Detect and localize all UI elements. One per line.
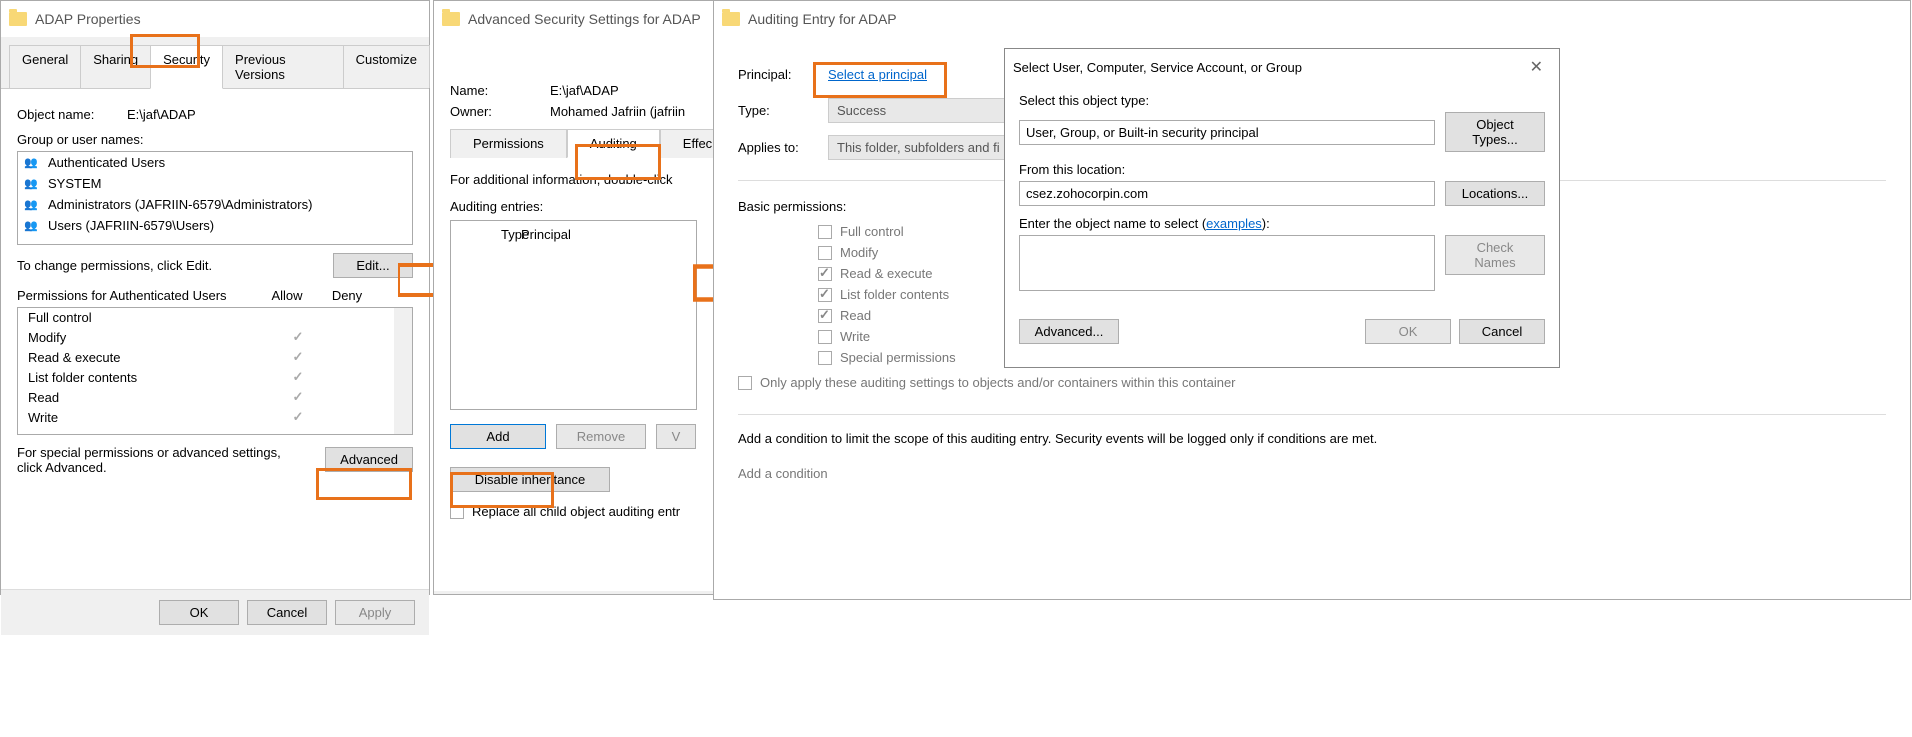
window-title: Advanced Security Settings for ADAP <box>468 11 701 27</box>
list-item[interactable]: Authenticated Users <box>18 152 412 173</box>
tab-previous[interactable]: Previous Versions <box>222 45 344 88</box>
type-label: Type: <box>738 103 828 118</box>
type-dropdown[interactable]: Success <box>828 98 1018 123</box>
list-item[interactable]: SYSTEM <box>18 173 412 194</box>
object-types-button[interactable]: Object Types... <box>1445 112 1545 152</box>
view-button[interactable]: V <box>656 424 696 449</box>
entries-label: Auditing entries: <box>450 199 697 214</box>
adv-tabs: Permissions Auditing Effec <box>450 129 697 158</box>
tabs-row: General Sharing Security Previous Versio… <box>1 45 429 89</box>
object-name-input[interactable] <box>1019 235 1435 291</box>
folder-icon <box>9 12 27 26</box>
list-item[interactable]: Administrators (JAFRIIN-6579\Administrat… <box>18 194 412 215</box>
close-icon[interactable]: ✕ <box>1522 57 1551 77</box>
perm-header-label: Permissions for Authenticated Users <box>17 288 257 303</box>
advanced-content: Name:E:\jaf\ADAP Owner:Mohamed Jafriin (… <box>434 37 713 591</box>
examples-link[interactable]: examples <box>1206 216 1262 231</box>
users-icon <box>24 198 42 212</box>
col-principal: Principal <box>521 227 571 242</box>
perm-checkbox[interactable] <box>818 225 832 239</box>
titlebar-select-user: Select User, Computer, Service Account, … <box>1005 49 1559 85</box>
applies-dropdown[interactable]: This folder, subfolders and fi <box>828 135 1018 160</box>
replace-label: Replace all child object auditing entr <box>472 504 680 519</box>
list-item[interactable]: Users (JAFRIIN-6579\Users) <box>18 215 412 236</box>
enter-label-row: Enter the object name to select (example… <box>1019 216 1545 231</box>
properties-content: Object name: E:\jaf\ADAP Group or user n… <box>1 89 429 589</box>
tab-effective[interactable]: Effec <box>660 129 719 158</box>
add-button[interactable]: Add <box>450 424 546 449</box>
special-text: For special permissions or advanced sett… <box>17 445 297 475</box>
users-icon <box>24 177 42 191</box>
users-icon <box>24 219 42 233</box>
col-type: Type <box>461 227 521 242</box>
ok-button[interactable]: OK <box>159 600 239 625</box>
perm-checkbox[interactable] <box>818 288 832 302</box>
check-names-button[interactable]: Check Names <box>1445 235 1545 275</box>
replace-checkbox[interactable] <box>450 505 464 519</box>
perm-checkbox[interactable] <box>818 267 832 281</box>
only-apply-label: Only apply these auditing settings to ob… <box>760 375 1236 390</box>
perm-checkbox[interactable] <box>818 330 832 344</box>
condition-text: Add a condition to limit the scope of th… <box>738 431 1886 446</box>
permissions-table: Full control Modify Read & execute List … <box>17 307 413 435</box>
change-perm-text: To change permissions, click Edit. <box>17 258 212 273</box>
window-title: ADAP Properties <box>35 11 141 27</box>
tab-auditing[interactable]: Auditing <box>567 129 660 158</box>
tab-sharing[interactable]: Sharing <box>80 45 151 88</box>
perm-checkbox[interactable] <box>818 351 832 365</box>
titlebar-auditing-entry: Auditing Entry for ADAP <box>714 1 1910 37</box>
tab-security[interactable]: Security <box>150 45 223 89</box>
owner-label: Owner: <box>450 104 550 119</box>
group-listbox[interactable]: Authenticated Users SYSTEM Administrator… <box>17 151 413 245</box>
name-label: Name: <box>450 83 550 98</box>
titlebar-advanced: Advanced Security Settings for ADAP <box>434 1 713 37</box>
select-user-content: Select this object type: User, Group, or… <box>1005 85 1559 358</box>
object-name-value: E:\jaf\ADAP <box>127 107 196 122</box>
select-principal-link[interactable]: Select a principal <box>828 67 927 82</box>
object-type-label: Select this object type: <box>1019 93 1545 108</box>
bottom-buttons: OK Cancel Apply <box>1 589 429 635</box>
scrollbar[interactable] <box>394 308 412 434</box>
tab-customize[interactable]: Customize <box>343 45 430 88</box>
apply-button[interactable]: Apply <box>335 600 415 625</box>
folder-icon <box>442 12 460 26</box>
from-label: From this location: <box>1019 162 1545 177</box>
perm-checkbox[interactable] <box>818 246 832 260</box>
object-type-field: User, Group, or Built-in security princi… <box>1019 120 1435 145</box>
cancel-button[interactable]: Cancel <box>247 600 327 625</box>
folder-icon <box>722 12 740 26</box>
tab-general[interactable]: General <box>9 45 81 88</box>
name-value: E:\jaf\ADAP <box>550 83 619 98</box>
only-apply-checkbox[interactable] <box>738 376 752 390</box>
principal-label: Principal: <box>738 67 828 82</box>
properties-window: ADAP Properties General Sharing Security… <box>0 0 430 595</box>
cancel-button[interactable]: Cancel <box>1459 319 1545 344</box>
tab-permissions[interactable]: Permissions <box>450 129 567 158</box>
locations-button[interactable]: Locations... <box>1445 181 1545 206</box>
select-user-dialog: Select User, Computer, Service Account, … <box>1004 48 1560 368</box>
remove-button[interactable]: Remove <box>556 424 646 449</box>
object-name-label: Object name: <box>17 107 127 122</box>
titlebar-properties: ADAP Properties <box>1 1 429 37</box>
ok-button[interactable]: OK <box>1365 319 1451 344</box>
advanced-button[interactable]: Advanced... <box>1019 319 1119 344</box>
applies-label: Applies to: <box>738 140 828 155</box>
from-field: csez.zohocorpin.com <box>1019 181 1435 206</box>
disable-inheritance-button[interactable]: Disable inheritance <box>450 467 610 492</box>
auditing-entries-table[interactable]: Type Principal <box>450 220 697 410</box>
window-title: Auditing Entry for ADAP <box>748 11 897 27</box>
add-condition-link[interactable]: Add a condition <box>738 466 1886 481</box>
users-icon <box>24 156 42 170</box>
owner-value: Mohamed Jafriin (jafriin <box>550 104 685 119</box>
dialog-title: Select User, Computer, Service Account, … <box>1013 60 1302 75</box>
advanced-button[interactable]: Advanced <box>325 447 413 472</box>
group-label: Group or user names: <box>17 132 413 147</box>
allow-col: Allow <box>257 288 317 303</box>
info-text: For additional information, double-click <box>450 172 697 187</box>
deny-col: Deny <box>317 288 377 303</box>
advanced-window: Advanced Security Settings for ADAP Name… <box>433 0 713 595</box>
perm-checkbox[interactable] <box>818 309 832 323</box>
